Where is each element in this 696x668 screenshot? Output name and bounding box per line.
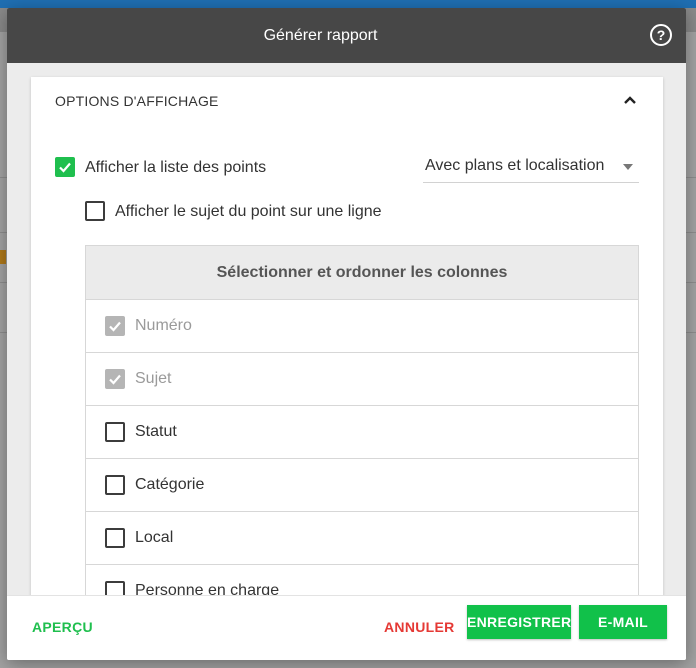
column-label: Statut	[135, 423, 177, 440]
preview-button[interactable]: APERÇU	[32, 619, 93, 635]
dialog-footer: APERÇU ANNULER ENREGISTRER E-MAIL	[7, 595, 686, 660]
column-checkbox-statut[interactable]	[105, 422, 125, 442]
column-checkbox-categorie[interactable]	[105, 475, 125, 495]
single-line-subject-checkbox[interactable]	[85, 201, 105, 221]
check-icon	[109, 321, 121, 332]
column-checkbox-sujet	[105, 369, 125, 389]
show-points-list-checkbox[interactable]	[55, 157, 75, 177]
column-row-numero: Numéro	[86, 300, 638, 353]
show-points-list-label: Afficher la liste des points	[85, 159, 267, 176]
column-row-statut[interactable]: Statut	[86, 406, 638, 459]
generate-report-dialog: Générer rapport ? OPTIONS D'AFFICHAGE Af…	[7, 8, 686, 660]
section-title: OPTIONS D'AFFICHAGE	[55, 93, 219, 109]
chevron-up-icon[interactable]	[623, 95, 637, 105]
column-row-sujet: Sujet	[86, 353, 638, 406]
email-button[interactable]: E-MAIL	[579, 605, 667, 639]
dialog-title: Générer rapport	[263, 27, 378, 44]
check-icon	[109, 374, 121, 385]
save-button[interactable]: ENREGISTRER	[467, 605, 571, 639]
check-icon	[59, 162, 71, 173]
app-topbar	[0, 0, 696, 8]
column-row-local[interactable]: Local	[86, 512, 638, 565]
column-label: Local	[135, 529, 174, 546]
columns-header: Sélectionner et ordonner les colonnes	[86, 246, 638, 300]
column-checkbox-local[interactable]	[105, 528, 125, 548]
help-circle-icon[interactable]: ?	[650, 24, 672, 46]
status-marker	[0, 250, 6, 264]
plans-select[interactable]: Avec plans et localisation	[423, 154, 639, 183]
column-label: Sujet	[135, 370, 172, 387]
display-options-panel: OPTIONS D'AFFICHAGE Afficher la liste de…	[31, 77, 663, 607]
caret-down-icon	[623, 164, 633, 170]
column-label: Numéro	[135, 317, 192, 334]
column-label: Catégorie	[135, 476, 205, 493]
columns-selector: Sélectionner et ordonner les colonnes Nu…	[85, 245, 639, 607]
plans-select-value: Avec plans et localisation	[425, 157, 605, 174]
single-line-subject-label: Afficher le sujet du point sur une ligne	[115, 203, 382, 220]
cancel-button[interactable]: ANNULER	[384, 619, 455, 635]
column-row-categorie[interactable]: Catégorie	[86, 459, 638, 512]
dialog-header: Générer rapport ?	[7, 8, 686, 63]
column-checkbox-numero	[105, 316, 125, 336]
